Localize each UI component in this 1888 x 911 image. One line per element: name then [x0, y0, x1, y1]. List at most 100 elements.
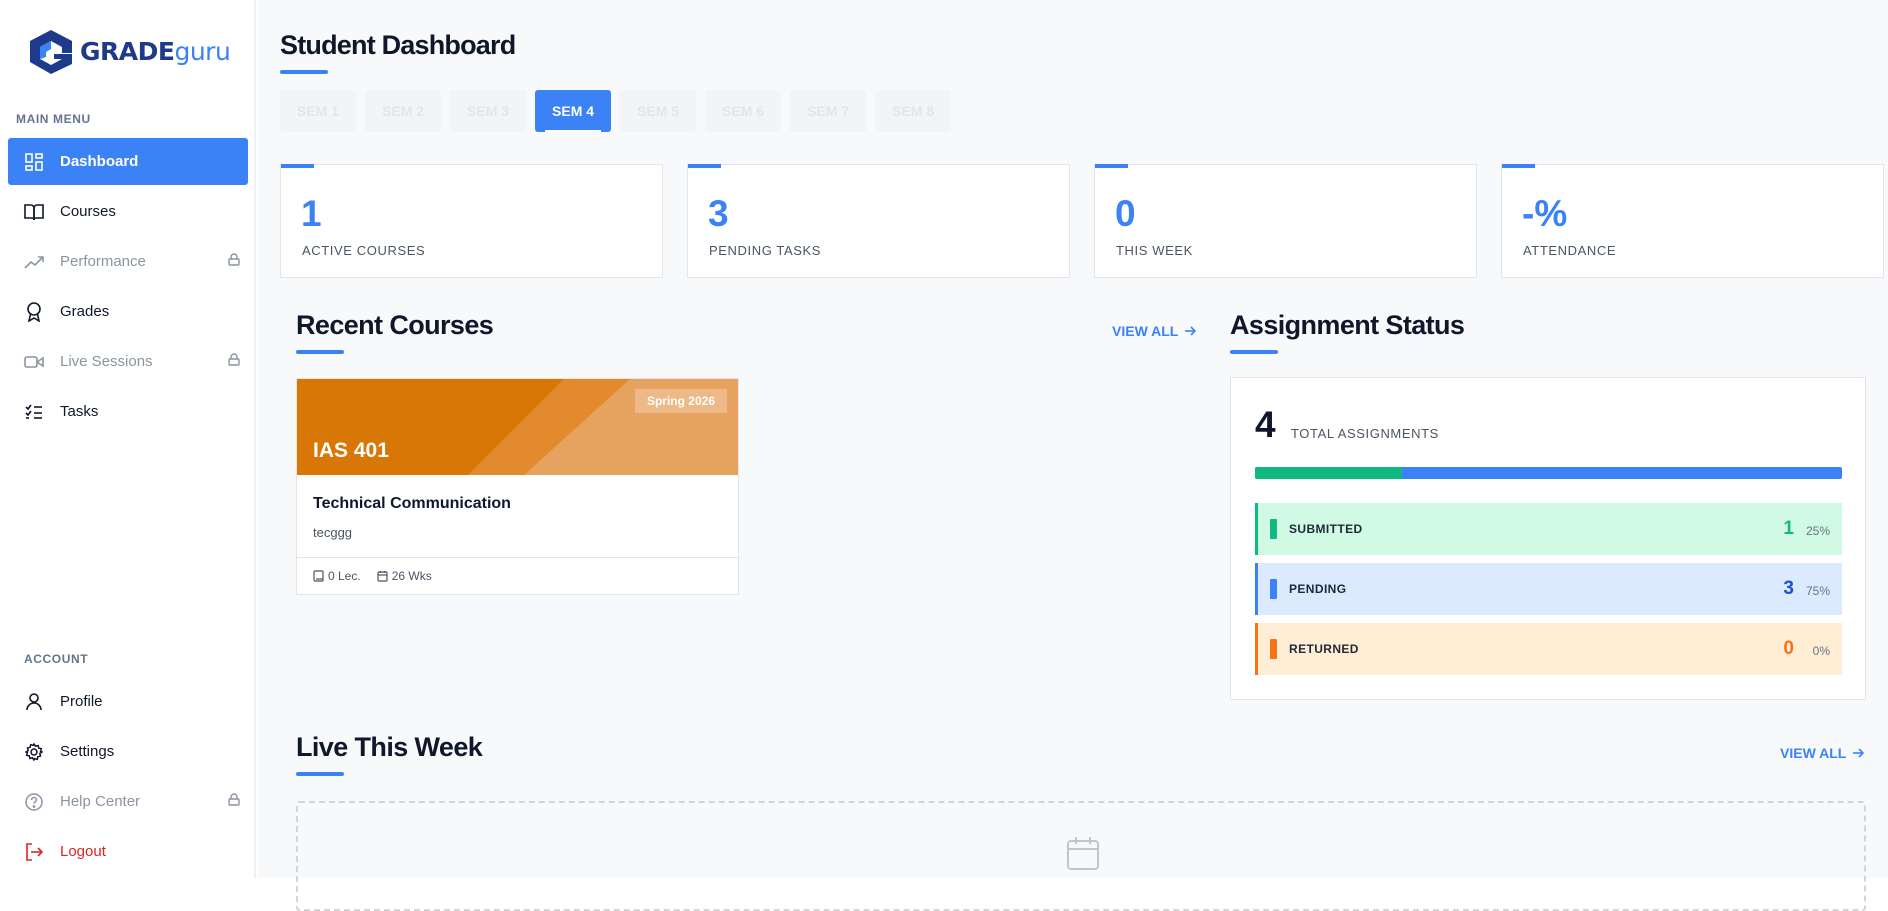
stat-value: 3 — [708, 193, 729, 234]
main-menu-heading: MAIN MENU — [16, 112, 91, 126]
course-card[interactable]: Spring 2026 IAS 401 Technical Communicat… — [296, 378, 739, 595]
sidebar-item-label: Logout — [60, 843, 106, 860]
calendar-icon — [1067, 837, 1099, 870]
calendar-icon — [377, 571, 388, 582]
status-row-pending[interactable]: PENDING 3 75% — [1255, 563, 1842, 615]
brand-logo[interactable]: GRADEguru — [26, 28, 231, 74]
sidebar-item-label: Dashboard — [60, 153, 139, 170]
stat-label: PENDING TASKS — [709, 243, 822, 258]
title-underline — [1230, 350, 1278, 354]
lock-icon — [228, 353, 240, 370]
tab-sem-6[interactable]: SEM 6 — [705, 90, 782, 132]
stat-accent-bar — [281, 164, 314, 168]
assignment-status-title: Assignment Status — [1230, 310, 1465, 340]
sidebar-item-profile[interactable]: Profile — [8, 678, 248, 725]
stat-value: -% — [1522, 193, 1568, 234]
logout-icon — [24, 842, 44, 862]
sidebar: GRADEguru MAIN MENU Dashboard Courses Pe… — [0, 0, 256, 878]
sidebar-item-label: Settings — [60, 743, 115, 760]
sidebar-item-help-center[interactable]: Help Center — [8, 778, 248, 825]
sidebar-item-label: Courses — [60, 203, 116, 220]
stat-card-active-courses: 1 ACTIVE COURSES — [280, 164, 663, 278]
recent-courses-view-all-link[interactable]: VIEW ALL — [1112, 323, 1197, 339]
sidebar-item-performance[interactable]: Performance — [8, 238, 248, 285]
status-row-submitted[interactable]: SUBMITTED 1 25% — [1255, 503, 1842, 555]
live-sessions-empty-state — [296, 801, 1866, 911]
assignment-progress-bar — [1255, 467, 1842, 479]
status-row-returned[interactable]: RETURNED 0 0% — [1255, 623, 1842, 675]
user-icon — [24, 692, 44, 712]
stat-value: 1 — [301, 193, 322, 234]
live-view-all-link[interactable]: VIEW ALL — [1780, 745, 1865, 761]
status-percent: 75% — [1805, 584, 1830, 598]
sidebar-item-grades[interactable]: Grades — [8, 288, 248, 335]
tab-sem-1[interactable]: SEM 1 — [280, 90, 357, 132]
view-all-label: VIEW ALL — [1112, 323, 1179, 339]
sidebar-item-label: Performance — [60, 253, 146, 270]
status-count: 0 — [1783, 638, 1794, 659]
tab-sem-2[interactable]: SEM 2 — [365, 90, 442, 132]
tab-sem-4[interactable]: SEM 4 — [535, 90, 612, 132]
status-count: 1 — [1783, 518, 1794, 539]
status-label: SUBMITTED — [1289, 522, 1363, 536]
arrow-right-icon — [1185, 326, 1197, 336]
sidebar-item-logout[interactable]: Logout — [8, 828, 248, 875]
main-content: Student Dashboard SEM 1 SEM 2 SEM 3 SEM … — [258, 0, 1888, 911]
course-lectures-label: 0 Lec. — [328, 569, 361, 583]
tab-sem-7[interactable]: SEM 7 — [790, 90, 867, 132]
sidebar-item-tasks[interactable]: Tasks — [8, 388, 248, 435]
course-weeks-label: 26 Wks — [391, 569, 432, 583]
sidebar-item-label: Live Sessions — [60, 353, 153, 370]
assignment-status-card: 4 TOTAL ASSIGNMENTS SUBMITTED 1 25% PEND… — [1230, 377, 1866, 700]
award-icon — [24, 301, 44, 322]
arrow-right-icon — [1853, 748, 1865, 758]
total-assignments-value: 4 — [1255, 404, 1276, 445]
sidebar-item-live-sessions[interactable]: Live Sessions — [8, 338, 248, 385]
status-marker — [1270, 579, 1277, 599]
status-count: 3 — [1783, 578, 1794, 599]
stat-card-pending-tasks: 3 PENDING TASKS — [687, 164, 1070, 278]
course-code: IAS 401 — [313, 439, 389, 462]
logo-icon — [30, 30, 72, 74]
stat-card-this-week: 0 THIS WEEK — [1094, 164, 1477, 278]
stat-label: ACTIVE COURSES — [302, 243, 426, 258]
status-marker — [1270, 519, 1277, 539]
stat-value: 0 — [1115, 193, 1136, 234]
brand-name: GRADEguru — [80, 36, 231, 66]
title-underline — [280, 70, 328, 74]
recent-courses-title: Recent Courses — [296, 310, 494, 340]
sidebar-item-label: Profile — [60, 693, 103, 710]
course-term-badge: Spring 2026 — [634, 389, 727, 413]
tab-sem-8[interactable]: SEM 8 — [875, 90, 952, 132]
semester-tabs: SEM 1 SEM 2 SEM 3 SEM 4 SEM 5 SEM 6 SEM … — [280, 90, 952, 132]
status-label: PENDING — [1289, 582, 1347, 596]
status-percent: 25% — [1805, 524, 1830, 538]
sidebar-item-label: Help Center — [60, 793, 141, 810]
status-label: RETURNED — [1289, 642, 1359, 656]
sidebar-item-courses[interactable]: Courses — [8, 188, 248, 235]
sidebar-item-label: Grades — [60, 303, 110, 320]
stat-accent-bar — [688, 164, 721, 168]
account-heading: ACCOUNT — [24, 652, 89, 666]
course-weeks: 26 Wks — [377, 569, 432, 583]
dashboard-icon — [24, 152, 44, 172]
sidebar-item-label: Tasks — [60, 403, 99, 420]
sidebar-item-settings[interactable]: Settings — [8, 728, 248, 775]
tab-sem-5[interactable]: SEM 5 — [620, 90, 697, 132]
video-icon — [24, 352, 44, 372]
help-icon — [24, 792, 44, 812]
lock-icon — [228, 793, 240, 810]
gear-icon — [24, 742, 44, 762]
course-footer: 0 Lec. 26 Wks — [297, 557, 738, 594]
status-percent: 0% — [1812, 644, 1830, 658]
live-this-week-title: Live This Week — [296, 732, 483, 762]
tab-sem-3[interactable]: SEM 3 — [450, 90, 527, 132]
status-marker — [1270, 639, 1277, 659]
book-icon — [24, 202, 44, 222]
book-icon — [313, 570, 324, 582]
stat-accent-bar — [1095, 164, 1128, 168]
course-banner: Spring 2026 IAS 401 — [297, 379, 738, 475]
course-name: Technical Communication — [313, 495, 511, 512]
page-title: Student Dashboard — [280, 30, 516, 60]
sidebar-item-dashboard[interactable]: Dashboard — [8, 138, 248, 185]
